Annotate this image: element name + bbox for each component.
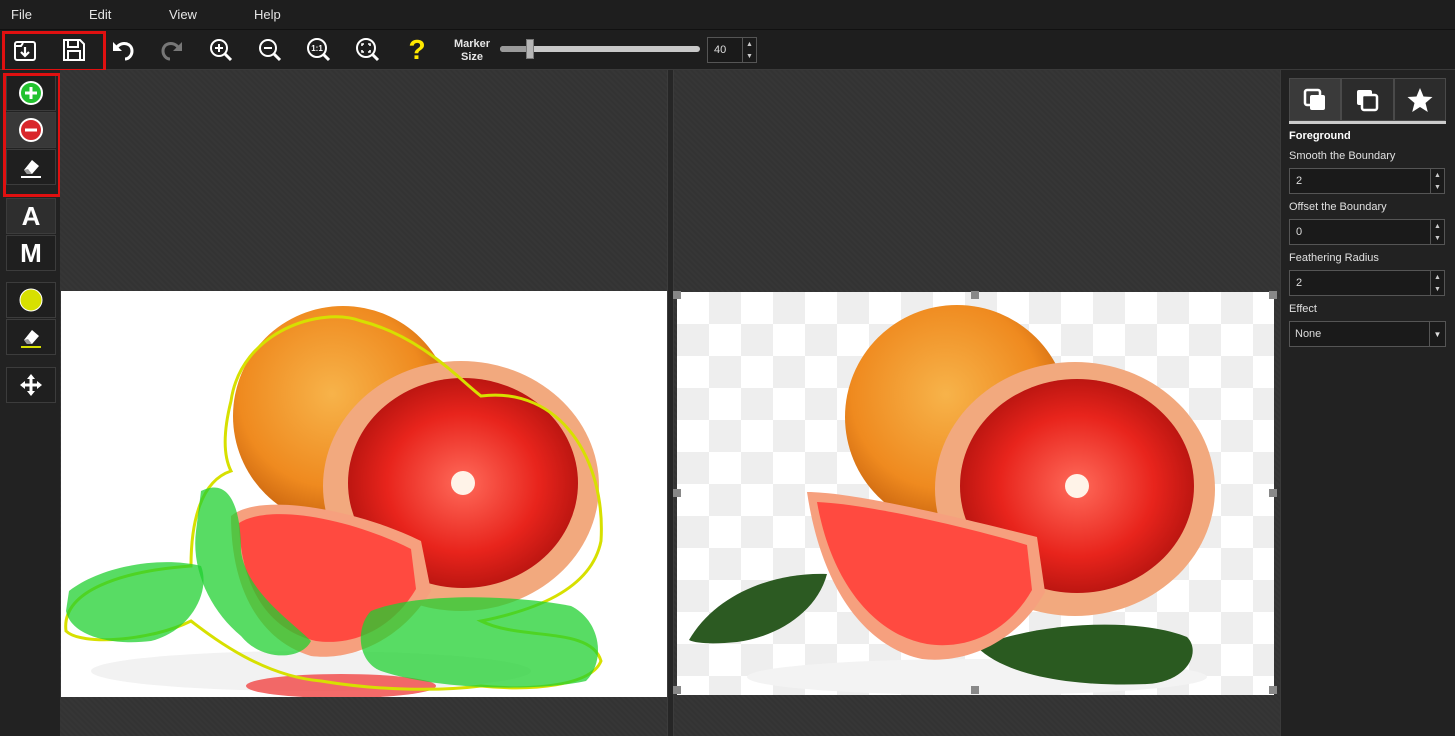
spin-down-icon[interactable]: ▼ xyxy=(1434,235,1441,242)
chevron-down-icon: ▼ xyxy=(1433,329,1442,339)
properties-panel: Foreground Smooth the Boundary 2 ▲ ▼ Offs… xyxy=(1280,70,1455,736)
result-photo xyxy=(689,305,1215,695)
foreground-tab-icon xyxy=(1303,88,1326,110)
menu-file[interactable]: File xyxy=(11,7,32,22)
zoom-in-icon xyxy=(210,39,233,62)
source-image[interactable] xyxy=(61,291,667,697)
resize-handle[interactable] xyxy=(971,291,979,299)
spin-up-icon[interactable]: ▲ xyxy=(1434,172,1441,179)
boundary-eraser-icon xyxy=(21,330,41,348)
smooth-label: Smooth the Boundary xyxy=(1289,150,1396,162)
spin-up-icon[interactable]: ▲ xyxy=(1434,274,1441,281)
feather-value: 2 xyxy=(1296,277,1303,289)
resize-handle[interactable] xyxy=(673,489,681,497)
spin-down-icon[interactable]: ▼ xyxy=(1434,184,1441,191)
effect-select[interactable]: None ▼ xyxy=(1289,321,1446,347)
effects-tab-icon xyxy=(1407,87,1433,112)
spin-up-icon[interactable]: ▲ xyxy=(746,41,753,48)
boundary-marker-button[interactable] xyxy=(6,282,56,318)
result-image[interactable] xyxy=(677,292,1274,695)
zoom-in-button[interactable] xyxy=(204,34,238,66)
resize-handle[interactable] xyxy=(673,686,681,694)
feather-label: Feathering Radius xyxy=(1289,252,1379,264)
spin-down-icon[interactable]: ▼ xyxy=(746,53,753,60)
smooth-value: 2 xyxy=(1296,175,1303,187)
resize-handle[interactable] xyxy=(1269,291,1277,299)
marker-size-label-line2: Size xyxy=(460,51,483,63)
undo-button[interactable] xyxy=(106,34,140,66)
auto-mode-button[interactable]: A xyxy=(6,198,56,234)
zoom-out-button[interactable] xyxy=(253,34,287,66)
panel-tabs xyxy=(1289,78,1446,124)
fit-screen-icon xyxy=(356,38,380,62)
tab-foreground[interactable] xyxy=(1289,78,1342,121)
offset-label: Offset the Boundary xyxy=(1289,201,1387,213)
resize-handle[interactable] xyxy=(1269,489,1277,497)
boundary-marker-icon xyxy=(19,288,43,312)
source-photo xyxy=(64,306,603,697)
menu-help[interactable]: Help xyxy=(254,7,281,22)
move-button[interactable] xyxy=(6,367,56,403)
smooth-spinbox[interactable]: 2 ▲ ▼ xyxy=(1289,168,1445,194)
file-actions-highlight xyxy=(2,31,106,72)
offset-value: 0 xyxy=(1296,226,1303,238)
help-button[interactable]: ? xyxy=(400,34,434,66)
menu-bar: File Edit View Help xyxy=(0,0,1455,30)
marker-size-label: Marker Size xyxy=(450,38,494,64)
effect-value: None xyxy=(1295,328,1322,340)
boundary-eraser-button[interactable] xyxy=(6,319,56,355)
resize-handle[interactable] xyxy=(1269,686,1277,694)
pane-splitter[interactable] xyxy=(667,70,674,736)
panel-title: Foreground xyxy=(1289,130,1351,142)
feather-spinbox[interactable]: 2 ▲ ▼ xyxy=(1289,270,1445,296)
zoom-out-icon xyxy=(259,39,282,62)
help-icon: ? xyxy=(408,34,426,65)
marker-size-value: 40 xyxy=(714,44,727,56)
offset-spinbox[interactable]: 0 ▲ ▼ xyxy=(1289,219,1445,245)
marker-tools-highlight xyxy=(3,73,61,197)
fit-screen-button[interactable] xyxy=(351,34,385,66)
tab-effects[interactable] xyxy=(1393,78,1446,121)
tab-background[interactable] xyxy=(1341,78,1394,121)
toolbar: 1:1 ? Marker Size 40 ▲ ▼ xyxy=(0,30,1455,70)
spin-up-icon[interactable]: ▲ xyxy=(1434,223,1441,230)
move-icon xyxy=(20,374,42,396)
actual-size-text: 1:1 xyxy=(311,44,323,53)
marker-size-label-line1: Marker xyxy=(453,38,491,50)
actual-size-icon: 1:1 xyxy=(307,38,331,62)
redo-button[interactable] xyxy=(155,34,189,66)
menu-edit[interactable]: Edit xyxy=(89,7,111,22)
manual-mode-button[interactable]: M xyxy=(6,235,56,271)
marker-size-slider-thumb[interactable] xyxy=(526,39,534,59)
effect-label: Effect xyxy=(1289,303,1317,315)
actual-size-button[interactable]: 1:1 xyxy=(302,34,336,66)
resize-handle[interactable] xyxy=(673,291,681,299)
marker-size-slider[interactable] xyxy=(500,39,700,59)
menu-view[interactable]: View xyxy=(169,7,197,22)
resize-handle[interactable] xyxy=(971,686,979,694)
redo-icon xyxy=(161,42,182,61)
marker-size-spinbox[interactable]: 40 ▲ ▼ xyxy=(707,37,757,63)
undo-icon xyxy=(113,42,134,61)
background-tab-icon xyxy=(1357,89,1379,111)
spin-down-icon[interactable]: ▼ xyxy=(1434,286,1441,293)
